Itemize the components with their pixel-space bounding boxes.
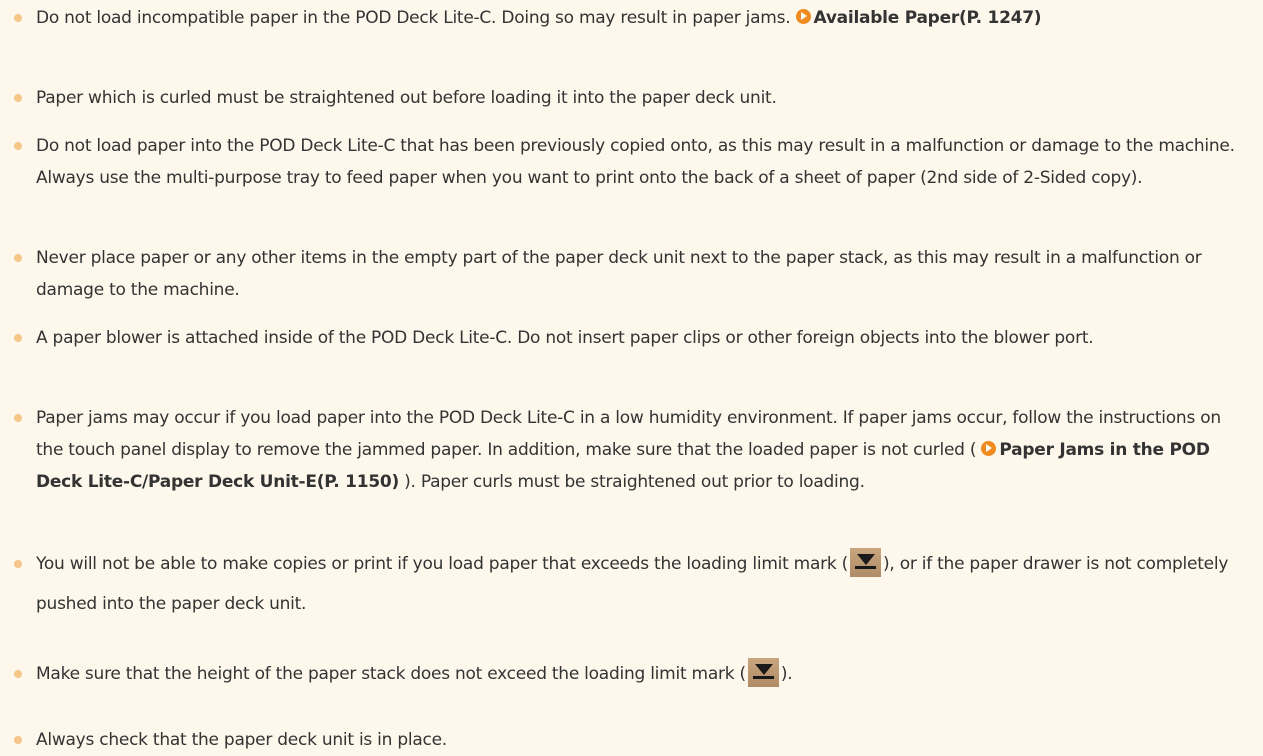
loading-limit-mark-icon — [850, 548, 882, 577]
list-item: Do not load incompatible paper in the PO… — [14, 2, 1236, 34]
bullet-icon — [14, 334, 22, 342]
bullet-icon — [14, 94, 22, 102]
bullet-icon — [14, 670, 22, 678]
note-text: Paper which is curled must be straighten… — [36, 88, 777, 108]
bullet-icon — [14, 142, 22, 150]
note-text: Do not load incompatible paper in the PO… — [36, 8, 796, 28]
bullet-icon — [14, 736, 22, 744]
note-text: ). — [780, 664, 793, 684]
note-text: Do not load paper into the POD Deck Lite… — [36, 136, 1235, 188]
note-text: A paper blower is attached inside of the… — [36, 328, 1094, 348]
bullet-icon — [14, 14, 22, 22]
available-paper-link[interactable]: Available Paper(P. 1247) — [795, 8, 1042, 28]
list-item: Never place paper or any other items in … — [14, 242, 1236, 306]
list-item: A paper blower is attached inside of the… — [14, 322, 1236, 354]
list-item: You will not be able to make copies or p… — [14, 544, 1236, 624]
list-item: Make sure that the height of the paper s… — [14, 654, 1236, 694]
note-text: Never place paper or any other items in … — [36, 248, 1202, 300]
bullet-icon — [14, 254, 22, 262]
list-item: Paper which is curled must be straighten… — [14, 82, 1236, 114]
list-item: Paper jams may occur if you load paper i… — [14, 402, 1236, 498]
circle-arrow-right-icon — [981, 441, 997, 456]
note-text: You will not be able to make copies or p… — [36, 554, 849, 574]
note-text: ). Paper curls must be straightened out … — [399, 472, 865, 492]
link-label: Available Paper(P. 1247) — [813, 8, 1042, 28]
circle-arrow-right-icon — [795, 9, 811, 24]
note-text: Make sure that the height of the paper s… — [36, 664, 746, 684]
list-item: Do not load paper into the POD Deck Lite… — [14, 130, 1236, 194]
bullet-icon — [14, 560, 22, 568]
loading-limit-mark-icon — [747, 658, 779, 687]
bullet-icon — [14, 414, 22, 422]
list-item: Always check that the paper deck unit is… — [14, 724, 1236, 756]
note-text: Always check that the paper deck unit is… — [36, 730, 447, 750]
